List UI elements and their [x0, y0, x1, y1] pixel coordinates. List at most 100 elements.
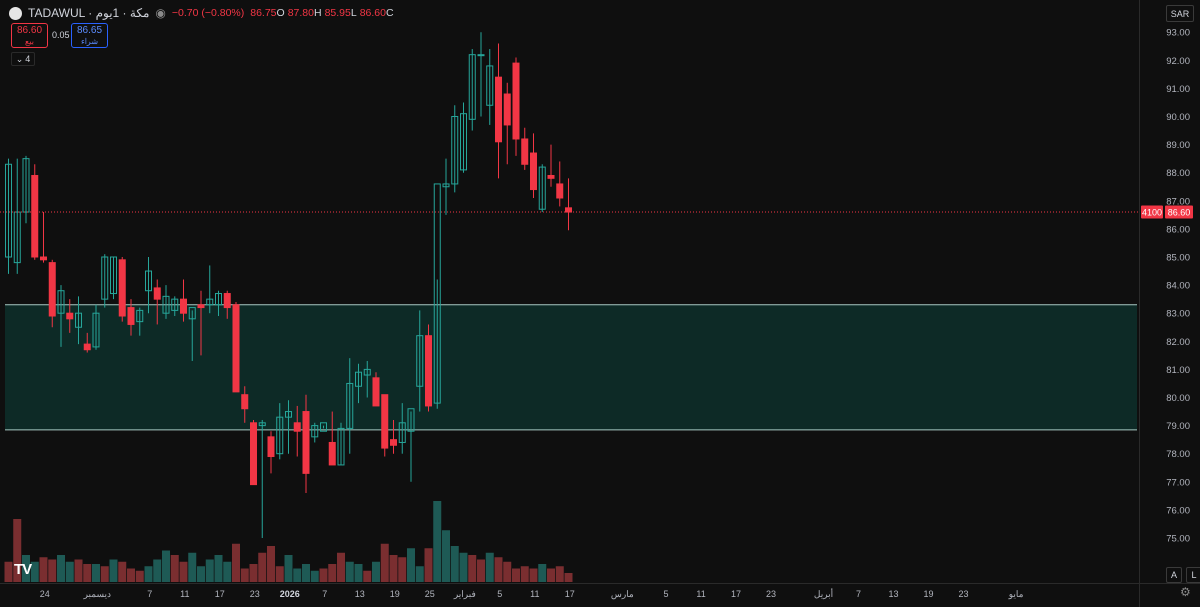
candle-body [83, 343, 91, 351]
volume-bar [214, 555, 223, 582]
log-scale-button[interactable]: L [1186, 567, 1200, 583]
candle[interactable] [250, 419, 257, 486]
candle-body [302, 411, 310, 474]
volume-bar [240, 568, 249, 582]
close-value: 86.60 [359, 7, 386, 19]
candle[interactable] [425, 324, 432, 412]
x-tick-label: 17 [731, 589, 741, 599]
volume-bar [92, 564, 100, 582]
volume-bar [39, 557, 48, 582]
volume-bar [223, 561, 232, 582]
volume-bar [293, 568, 302, 582]
candle-body [530, 152, 537, 191]
tradingview-logo-icon[interactable]: TV [14, 561, 32, 578]
sell-button[interactable]: 86.60 بيع [11, 23, 48, 48]
volume-bar [380, 543, 389, 582]
auto-scale-button[interactable]: A [1166, 567, 1182, 583]
x-tick-label: 11 [696, 589, 705, 599]
volume-bar [302, 564, 310, 582]
candle-body [66, 312, 74, 320]
candle-body [48, 262, 56, 317]
candle[interactable] [232, 301, 240, 393]
indicators-toggle-button[interactable]: ⌄ 4 [11, 52, 35, 66]
x-tick-label: 25 [425, 589, 435, 599]
volume-bar [127, 568, 135, 582]
volume-bar [267, 546, 275, 582]
volume-bar [284, 555, 293, 582]
eye-icon[interactable]: ◉ [155, 6, 165, 20]
candle-body [40, 256, 47, 261]
high-value: 87.80 [287, 7, 314, 19]
x-tick-label: 19 [924, 589, 934, 599]
volume-bar [48, 559, 57, 582]
volume-bar [389, 555, 398, 582]
x-tick-label: 19 [390, 589, 400, 599]
volume-bar [477, 559, 485, 582]
volume-bar [188, 552, 197, 582]
volume-bar [162, 550, 170, 582]
x-tick-label: 17 [215, 589, 225, 599]
x-tick-label: 5 [497, 589, 502, 599]
volume-bar [398, 557, 407, 582]
candle-body [180, 298, 187, 314]
volume-bar [328, 564, 337, 582]
x-tick-label: 23 [959, 589, 969, 599]
candle-body [521, 138, 529, 165]
volume-bar [144, 566, 153, 582]
symbol-title[interactable]: TADAWUL · مكة · 1يوم [28, 6, 149, 20]
x-tick-label: ديسمبر [83, 589, 111, 600]
volume-bar [135, 570, 144, 582]
volume-bar [197, 566, 205, 582]
volume-bar [547, 568, 555, 582]
y-tick-label: 92.00 [1166, 56, 1190, 67]
candle[interactable] [381, 394, 389, 457]
candle-body [267, 436, 275, 458]
symbol-legend[interactable]: TADAWUL · مكة · 1يوم ◉ −0.70 (−0.80%) 86… [9, 5, 394, 21]
y-tick-label: 80.00 [1166, 393, 1190, 404]
price-chart[interactable]: 75.00 76.00 77.00 78.00 79.00 80.00 81.00 82.00… [0, 0, 1200, 607]
volume-bar [415, 566, 424, 582]
low-label: L [350, 7, 357, 19]
x-tick-label: 11 [530, 589, 539, 599]
currency-selector[interactable]: SAR [1166, 5, 1194, 22]
y-tick-label: 86.00 [1166, 224, 1190, 235]
gear-icon[interactable]: ⚙ [1180, 585, 1191, 599]
y-tick-label: 84.00 [1166, 281, 1190, 292]
support-zone[interactable] [5, 304, 1137, 430]
open-value: 86.75 [250, 7, 277, 19]
volume-bar [179, 561, 188, 582]
candle-body [556, 183, 564, 199]
y-tick-label: 82.00 [1166, 337, 1190, 348]
buy-button[interactable]: 86.65 شراء [71, 23, 108, 48]
volume-bar [109, 559, 118, 582]
volume-bar [153, 559, 162, 582]
x-tick-label: 7 [856, 589, 861, 599]
candle-body [328, 441, 336, 466]
volume-bar [310, 570, 319, 582]
volume-bar [337, 552, 345, 582]
volume-bar [232, 543, 240, 582]
price-tag-text: 86.60 [1168, 208, 1191, 218]
y-tick-label: 88.00 [1166, 168, 1190, 179]
volume-bar [433, 501, 442, 582]
volume-bar [529, 568, 538, 582]
candle-body [512, 62, 520, 140]
y-tick-label: 78.00 [1166, 449, 1190, 460]
volume-bar [459, 552, 468, 582]
x-tick-label: مارس [611, 589, 634, 600]
y-tick-label: 91.00 [1166, 84, 1190, 95]
x-tick-label: 23 [766, 589, 776, 599]
x-tick-label: 23 [250, 589, 260, 599]
chevron-down-icon: ⌄ [15, 53, 24, 64]
candle-body [153, 287, 161, 300]
candle-body [495, 76, 502, 143]
candle-body [223, 293, 231, 309]
candle-body [232, 304, 240, 393]
ohlc-values: 86.75O 87.80H 85.95L 86.60C [250, 7, 393, 19]
sell-label: بيع [25, 37, 34, 46]
x-tick-label: 7 [322, 589, 327, 599]
volume-bar [442, 530, 450, 582]
x-tick-label: فبراير [453, 589, 476, 600]
x-tick-label: أبريل [814, 587, 833, 600]
candle[interactable] [118, 257, 126, 322]
